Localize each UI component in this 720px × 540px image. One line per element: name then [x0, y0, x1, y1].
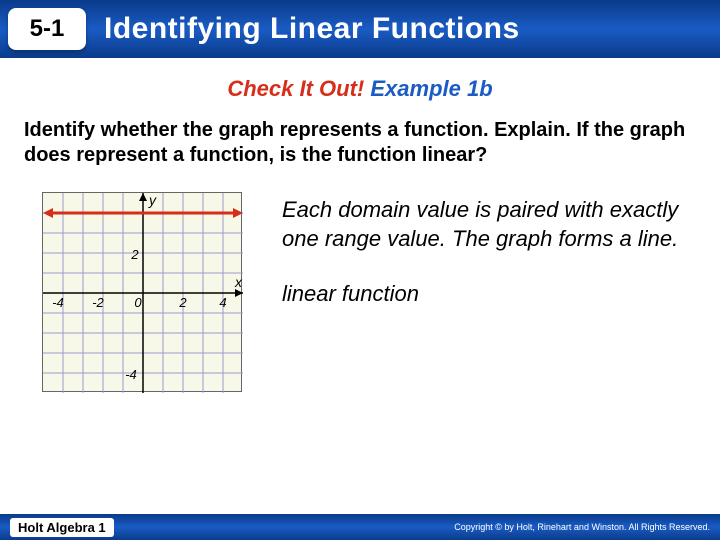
graph-container: -4 -2 0 2 4 -4 2 x y — [42, 192, 242, 392]
graph-svg: -4 -2 0 2 4 -4 2 x y — [43, 193, 243, 393]
content-area: Check It Out! Example 1b Identify whethe… — [0, 58, 720, 392]
tick-x-neg4: -4 — [52, 295, 64, 310]
tick-origin: 0 — [134, 295, 142, 310]
question-text: Identify whether the graph represents a … — [24, 118, 696, 168]
header-bar: 5-1 Identifying Linear Functions — [0, 0, 720, 58]
answer-column: Each domain value is paired with exactly… — [282, 192, 696, 307]
subtitle: Check It Out! Example 1b — [24, 76, 696, 102]
footer-copyright: Copyright © by Holt, Rinehart and Winsto… — [454, 522, 710, 532]
header-title: Identifying Linear Functions — [104, 12, 520, 46]
tick-x-4: 4 — [219, 295, 226, 310]
x-axis-label: x — [234, 274, 243, 290]
y-axis-label: y — [148, 193, 157, 208]
answer-explanation: Each domain value is paired with exactly… — [282, 196, 696, 253]
tick-y-2: 2 — [130, 247, 139, 262]
tick-x-neg2: -2 — [92, 295, 104, 310]
arrow-right-icon — [233, 208, 243, 218]
tick-x-2: 2 — [178, 295, 187, 310]
check-it-out-label: Check It Out! — [227, 76, 364, 101]
coordinate-graph: -4 -2 0 2 4 -4 2 x y — [42, 192, 242, 392]
footer-bar: Holt Algebra 1 Copyright © by Holt, Rine… — [0, 514, 720, 540]
footer-book-title: Holt Algebra 1 — [10, 518, 114, 537]
body-row: -4 -2 0 2 4 -4 2 x y — [24, 192, 696, 392]
arrow-left-icon — [43, 208, 53, 218]
section-badge: 5-1 — [8, 8, 86, 50]
answer-conclusion: linear function — [282, 281, 696, 307]
section-number: 5-1 — [30, 15, 65, 43]
example-label: Example 1b — [370, 76, 492, 101]
tick-y-neg4: -4 — [125, 367, 137, 382]
